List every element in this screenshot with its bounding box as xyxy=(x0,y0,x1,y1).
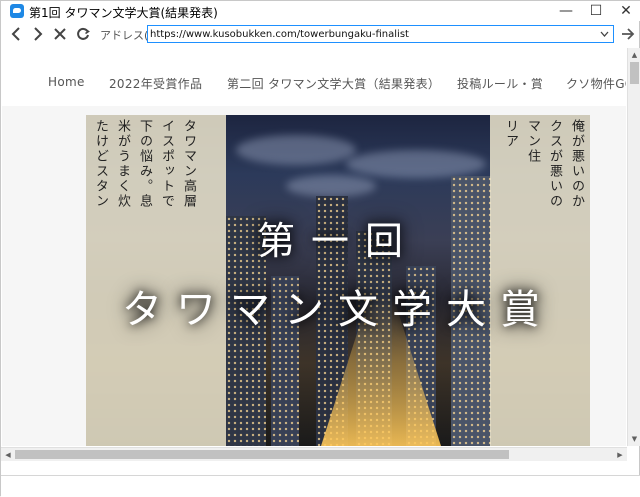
vertical-scroll-thumb[interactable] xyxy=(630,62,639,84)
browser-window: 第1回 タワマン文学大賞(結果発表) — ☐ ✕ アドレス(D) Home 20… xyxy=(0,0,640,497)
url-input[interactable] xyxy=(150,27,590,41)
status-bar xyxy=(1,475,640,497)
scroll-up-button[interactable]: ▲ xyxy=(628,48,640,62)
scroll-down-button[interactable]: ▼ xyxy=(628,432,640,446)
manuscript-column: クスが悪いの xyxy=(547,119,562,209)
manuscript-column: タワマン高層 xyxy=(181,119,196,209)
cloud xyxy=(236,135,356,165)
refresh-icon xyxy=(77,27,90,40)
hero-title-line1: 第一回 xyxy=(256,219,419,263)
nav-item-2022-winners[interactable]: 2022年受賞作品 xyxy=(109,75,202,92)
go-button[interactable] xyxy=(618,23,638,45)
hero-title-line2: タワマン文学大賞 xyxy=(122,287,554,333)
minimize-button[interactable]: — xyxy=(551,1,581,21)
site-nav: Home 2022年受賞作品 第二回 タワマン文学大賞（結果発表） 投稿ルール・… xyxy=(2,48,626,106)
window-title: 第1回 タワマン文学大賞(結果発表) xyxy=(29,6,218,20)
nav-item-kusobukken-go[interactable]: クソ物件GO xyxy=(566,75,626,92)
nav-item-rules[interactable]: 投稿ルール・賞 xyxy=(457,75,543,92)
refresh-button[interactable] xyxy=(72,23,94,45)
address-dropdown[interactable] xyxy=(597,26,611,42)
nav-item-home[interactable]: Home xyxy=(48,75,85,89)
cloud xyxy=(286,175,376,197)
address-bar[interactable] xyxy=(147,25,614,43)
stop-icon xyxy=(54,28,66,40)
manuscript-column: 俺が悪いのか xyxy=(569,119,584,209)
close-button[interactable]: ✕ xyxy=(611,1,640,21)
forward-arrow-icon xyxy=(34,27,43,41)
maximize-button[interactable]: ☐ xyxy=(581,1,611,21)
page-viewport: Home 2022年受賞作品 第二回 タワマン文学大賞（結果発表） 投稿ルール・… xyxy=(2,48,626,446)
title-bar: 第1回 タワマン文学大賞(結果発表) — ☐ ✕ xyxy=(1,1,640,21)
stop-button[interactable] xyxy=(49,23,71,45)
hero-banner: たけどスタン 米がうまく炊 下の悩み。息 イスポットで タワマン高層 俺が悪いの… xyxy=(86,115,590,446)
manuscript-column: リア xyxy=(503,119,518,149)
manuscript-column: 下の悩み。息 xyxy=(137,119,152,209)
go-arrow-icon xyxy=(622,28,635,40)
chevron-down-icon xyxy=(600,31,608,37)
vertical-scrollbar[interactable]: ▲ ▼ xyxy=(627,48,640,446)
forward-button[interactable] xyxy=(27,23,49,45)
manuscript-column: 米がうまく炊 xyxy=(115,119,130,209)
horizontal-scrollbar[interactable]: ◀ ▶ xyxy=(1,447,627,461)
manuscript-column: イスポットで xyxy=(159,119,174,209)
horizontal-scroll-thumb[interactable] xyxy=(15,450,509,459)
back-arrow-icon xyxy=(11,27,20,41)
scroll-right-button[interactable]: ▶ xyxy=(613,448,627,461)
scroll-left-button[interactable]: ◀ xyxy=(1,448,15,461)
nav-item-second-results[interactable]: 第二回 タワマン文学大賞（結果発表） xyxy=(227,75,440,92)
browser-app-icon xyxy=(10,4,24,18)
manuscript-column: マン住 xyxy=(525,119,540,164)
manuscript-column: たけどスタン xyxy=(93,119,108,209)
cloud xyxy=(346,150,486,178)
back-button[interactable] xyxy=(5,23,27,45)
